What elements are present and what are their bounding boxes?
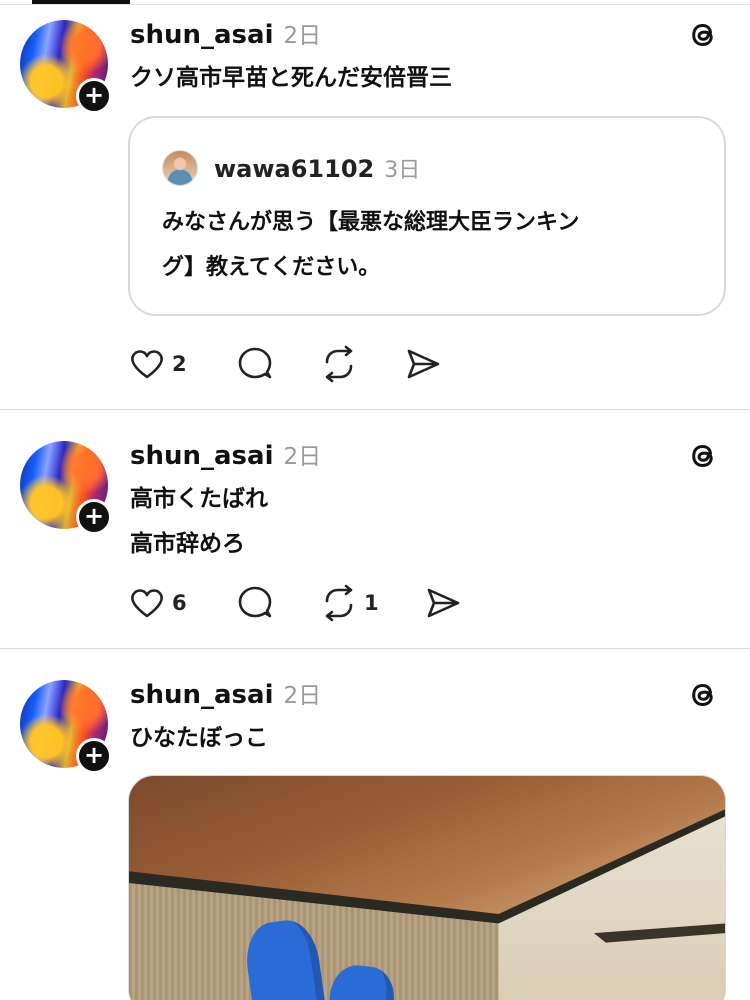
follow-button[interactable]: + — [76, 738, 112, 774]
threads-logo-icon[interactable] — [686, 439, 720, 473]
threads-logo-icon[interactable] — [686, 18, 720, 52]
post-text-line: 高市辞めろ — [130, 531, 245, 557]
repost-button[interactable]: 1 — [320, 583, 424, 623]
post-text-line: 高市くたばれ — [130, 486, 268, 512]
post-divider — [0, 409, 750, 410]
comment-icon — [238, 586, 272, 618]
quote-timestamp: 3日 — [384, 158, 421, 183]
like-count: 6 — [172, 591, 187, 615]
quote-header: wawa61102 3日 — [214, 152, 420, 184]
action-bar: 6 1 — [128, 583, 462, 623]
quote-text-line: みなさんが思う【最悪な総理大臣ランキン — [162, 210, 580, 235]
post-text-line: ひなたぼっこ — [130, 725, 268, 751]
comment-icon — [238, 347, 272, 379]
timestamp: 2日 — [283, 444, 322, 470]
timestamp: 2日 — [283, 23, 322, 49]
threads-logo-icon[interactable] — [686, 678, 720, 712]
action-bar: 2 — [128, 344, 442, 384]
timestamp: 2日 — [283, 683, 322, 709]
quoted-post-card[interactable]: wawa61102 3日 みなさんが思う【最悪な総理大臣ランキン グ】教えてくだ… — [128, 116, 726, 316]
plus-icon: + — [83, 741, 105, 769]
repost-button[interactable] — [320, 344, 404, 384]
post-header: shun_asai 2日 — [130, 437, 321, 471]
avatar[interactable]: + — [20, 680, 112, 774]
heart-icon — [131, 589, 163, 618]
post-photo[interactable] — [128, 775, 726, 1000]
post-text: クソ高市早苗と死んだ安倍晋三 — [130, 56, 452, 101]
top-divider — [0, 4, 750, 5]
avatar[interactable]: + — [20, 441, 112, 535]
repost-count: 1 — [364, 591, 379, 615]
quote-username[interactable]: wawa61102 — [214, 155, 374, 183]
post-text-line: クソ高市早苗と死んだ安倍晋三 — [130, 65, 452, 91]
send-icon — [407, 349, 440, 379]
plus-icon: + — [83, 502, 105, 530]
repost-icon — [325, 345, 353, 383]
follow-button[interactable]: + — [76, 499, 112, 535]
reply-button[interactable] — [236, 583, 320, 623]
like-count: 2 — [172, 352, 187, 376]
post-header: shun_asai 2日 — [130, 676, 321, 710]
share-button[interactable] — [424, 583, 462, 623]
like-button[interactable]: 2 — [128, 344, 236, 384]
heart-icon — [131, 350, 163, 379]
quote-avatar[interactable] — [162, 150, 198, 186]
avatar[interactable]: + — [20, 20, 112, 114]
username[interactable]: shun_asai — [130, 441, 273, 471]
post-text: 高市くたばれ 高市辞めろ — [130, 477, 268, 567]
post-text: ひなたぼっこ — [130, 716, 268, 761]
send-icon — [427, 588, 460, 618]
username[interactable]: shun_asai — [130, 20, 273, 50]
quote-text: みなさんが思う【最悪な総理大臣ランキン グ】教えてください。 — [162, 200, 702, 290]
follow-button[interactable]: + — [76, 78, 112, 114]
post-divider — [0, 648, 750, 649]
reply-button[interactable] — [236, 344, 320, 384]
like-button[interactable]: 6 — [128, 583, 236, 623]
username[interactable]: shun_asai — [130, 680, 273, 710]
share-button[interactable] — [404, 344, 442, 384]
plus-icon: + — [83, 81, 105, 109]
post-header: shun_asai 2日 — [130, 16, 321, 50]
repost-icon — [325, 584, 353, 622]
quote-text-line: グ】教えてください。 — [162, 255, 381, 280]
